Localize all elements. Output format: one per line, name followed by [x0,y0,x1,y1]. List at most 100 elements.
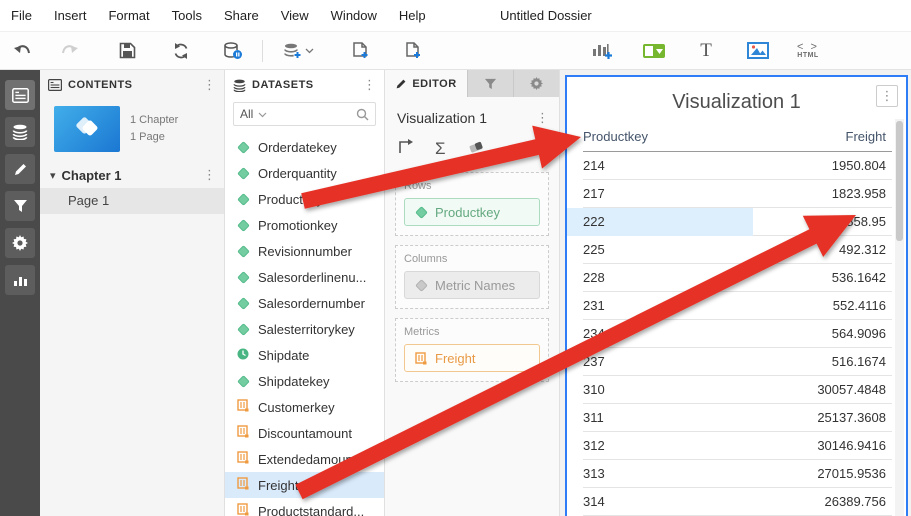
table-row[interactable]: 234 564.9096 [583,320,892,348]
cell-productkey[interactable]: 231 [583,292,753,320]
table-row[interactable]: 313 27015.9536 [583,460,892,488]
add-data-button[interactable] [275,37,321,65]
tab-editor[interactable]: EDITOR [385,70,467,97]
cell-freight[interactable]: 1823.958 [753,180,892,208]
table-row[interactable]: 314 26389.756 [583,488,892,516]
dataset-status-icon[interactable] [216,37,250,65]
dossier-thumbnail[interactable] [54,106,120,152]
cell-freight[interactable]: 536.1642 [753,264,892,292]
datasets-menu-button[interactable] [363,76,376,94]
rail-visualizations-button[interactable] [5,265,35,295]
page-item-selected[interactable]: Page 1 [40,188,224,214]
dataset-item[interactable]: Shipdate [225,342,384,368]
table-row[interactable]: 310 30057.4848 [583,376,892,404]
dataset-filter-value[interactable]: All [240,107,253,121]
metrics-chip-freight[interactable]: Freight [404,344,540,372]
tab-properties[interactable] [513,70,559,97]
table-row[interactable]: 225 492.312 [583,236,892,264]
cell-freight[interactable]: 30057.4848 [753,376,892,404]
table-row[interactable]: 237 516.1674 [583,348,892,376]
chevron-down-icon[interactable] [258,105,356,123]
search-icon[interactable] [356,108,369,121]
redo-button[interactable] [52,37,86,65]
add-visualization-button[interactable] [585,37,619,65]
editor-viz-menu-button[interactable] [536,109,549,127]
dataset-item[interactable]: Customerkey [225,394,384,420]
add-text-button[interactable]: T [689,37,723,65]
dataset-item[interactable]: Orderdatekey [225,134,384,160]
cell-productkey[interactable]: 311 [583,404,753,432]
columns-chip-metric-names[interactable]: Metric Names [404,271,540,299]
rows-chip-productkey[interactable]: Productkey [404,198,540,226]
dataset-item[interactable]: Productkey [225,186,384,212]
tab-filter[interactable] [467,70,513,97]
visualization-menu-button[interactable] [876,85,898,107]
chevron-down-icon[interactable] [50,166,62,184]
contents-menu-button[interactable] [203,76,216,94]
add-chapter-button[interactable] [343,37,377,65]
table-row[interactable]: 214 1950.804 [583,152,892,180]
cell-freight[interactable]: 552.4116 [753,292,892,320]
datasets-filter-bar[interactable]: All [233,102,376,126]
cell-productkey[interactable]: 312 [583,432,753,460]
add-page-button[interactable] [395,37,429,65]
add-image-button[interactable] [741,37,775,65]
cell-productkey[interactable]: 313 [583,460,753,488]
swap-axes-icon[interactable] [397,139,413,159]
dataset-item[interactable]: Freight [225,472,384,498]
cell-productkey[interactable]: 314 [583,488,753,516]
menu-item[interactable]: Insert [43,8,98,23]
table-row[interactable]: 228 536.1642 [583,264,892,292]
cell-productkey[interactable]: 228 [583,264,753,292]
dataset-item[interactable]: Extendedamount [225,446,384,472]
cell-productkey[interactable]: 225 [583,236,753,264]
rail-settings-button[interactable] [5,228,35,258]
cell-productkey[interactable]: 310 [583,376,753,404]
cell-productkey[interactable]: 222 [567,207,753,236]
grid-header-productkey[interactable]: Productkey [583,129,753,144]
eraser-icon[interactable] [468,140,485,159]
grid-scrollbar-thumb[interactable] [896,121,903,241]
chapter-menu-button[interactable] [203,166,216,184]
drop-zone-rows[interactable]: Rows Productkey [395,172,549,236]
table-row[interactable]: 231 552.4116 [583,292,892,320]
cell-freight[interactable]: 25137.3608 [753,404,892,432]
menu-item[interactable]: Help [388,8,437,23]
menu-item[interactable]: View [270,8,320,23]
cell-freight[interactable]: 26389.756 [753,488,892,516]
dataset-item[interactable]: Promotionkey [225,212,384,238]
cell-freight[interactable]: 1950.804 [753,152,892,180]
dataset-item[interactable]: Discountamount [225,420,384,446]
rail-filter-button[interactable] [5,191,35,221]
rail-format-button[interactable] [5,154,35,184]
table-row[interactable]: 222 1858.95 [567,207,892,236]
rail-contents-button[interactable] [5,80,35,110]
dataset-item[interactable]: Orderquantity [225,160,384,186]
dataset-item[interactable]: Productstandard... [225,498,384,516]
menu-item[interactable]: Window [320,8,388,23]
menu-item[interactable]: Share [213,8,270,23]
cell-productkey[interactable]: 234 [583,320,753,348]
cell-productkey[interactable]: 214 [583,152,753,180]
drop-zone-columns[interactable]: Columns Metric Names [395,245,549,309]
cell-freight[interactable]: 516.1674 [753,348,892,376]
undo-button[interactable] [6,37,40,65]
cell-productkey[interactable]: 237 [583,348,753,376]
table-row[interactable]: 217 1823.958 [583,180,892,208]
cell-freight[interactable]: 1858.95 [753,208,892,236]
add-html-button[interactable]: < > HTML [791,37,825,65]
cell-productkey[interactable]: 217 [583,180,753,208]
grid-header-freight[interactable]: Freight [753,129,892,144]
menu-item[interactable]: Format [97,8,160,23]
dataset-item[interactable]: Salesordernumber [225,290,384,316]
refresh-button[interactable] [164,37,198,65]
dataset-item[interactable]: Shipdatekey [225,368,384,394]
dataset-item[interactable]: Salesterritorykey [225,316,384,342]
table-row[interactable]: 312 30146.9416 [583,432,892,460]
chapter-item[interactable]: Chapter 1 [40,162,224,188]
rail-datasets-button[interactable] [5,117,35,147]
drop-zone-metrics[interactable]: Metrics Freight [395,318,549,382]
grid-scrollbar[interactable] [895,119,904,516]
cell-freight[interactable]: 564.9096 [753,320,892,348]
totals-icon[interactable] [435,139,446,159]
